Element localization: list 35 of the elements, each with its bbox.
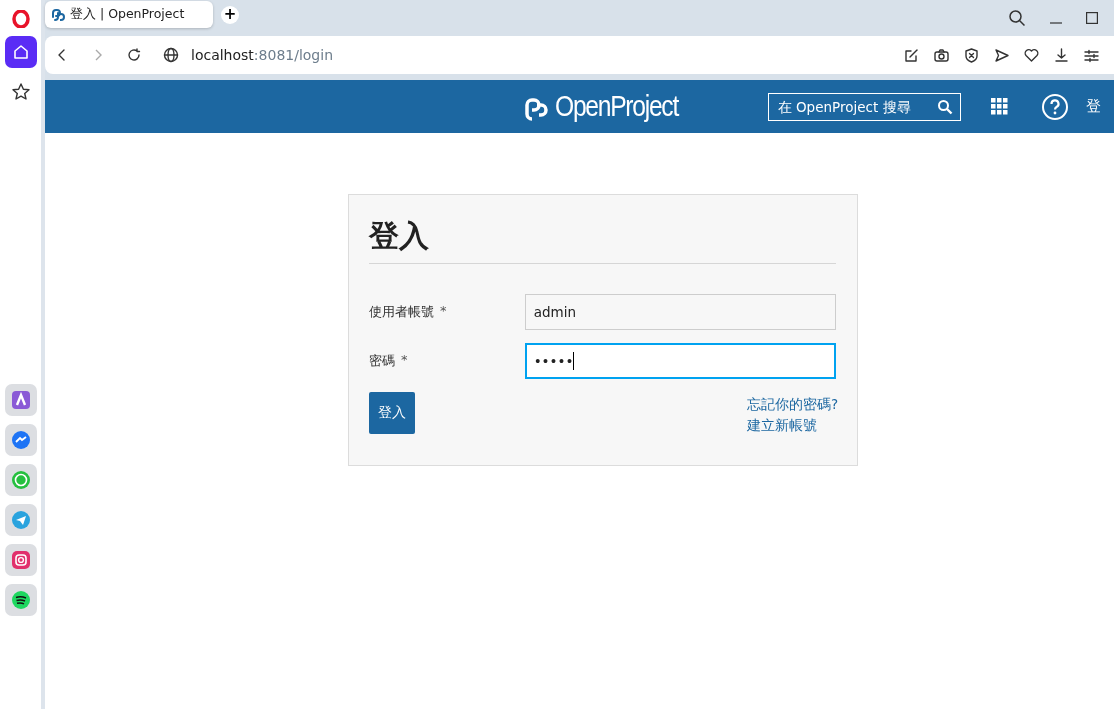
browser-tab[interactable]: 登入 | OpenProject (45, 1, 213, 28)
page-title: 登入 (369, 215, 836, 264)
opera-logo-icon[interactable] (11, 10, 30, 28)
spotify-app-icon[interactable] (4, 584, 37, 616)
shield-icon[interactable] (963, 46, 980, 64)
grid-icon[interactable] (990, 98, 1008, 115)
reload-icon[interactable] (127, 48, 141, 62)
new-tab-button[interactable]: + (221, 5, 239, 24)
login-button[interactable]: 登入 (369, 392, 415, 434)
home-icon[interactable] (4, 36, 37, 68)
field-label: 密碼 (369, 352, 395, 370)
camera-icon[interactable] (933, 46, 950, 64)
text-link[interactable]: 建立新帳號 (747, 415, 836, 436)
send-icon[interactable] (993, 46, 1010, 64)
address-field[interactable]: localhost:8081/login (191, 47, 333, 63)
maximize-icon[interactable] (1086, 12, 1098, 24)
search-icon[interactable] (936, 98, 953, 115)
search-field[interactable]: 在 OpenProject 搜尋 (767, 92, 961, 121)
messenger-app-icon[interactable] (4, 424, 37, 456)
sign-in-link[interactable]: 登 (1085, 97, 1101, 116)
text-link[interactable]: 忘記你的密碼? (747, 394, 836, 415)
openproject-logo-icon (50, 6, 66, 23)
globe-icon (163, 47, 179, 63)
heart-icon[interactable] (1023, 46, 1040, 64)
openproject-logo[interactable]: OpenProject (523, 90, 680, 123)
field-label: 使用者帳號 (369, 303, 434, 321)
download-icon[interactable] (1053, 46, 1070, 64)
telegram-app-icon[interactable] (4, 504, 37, 536)
required-mark: * (401, 352, 408, 369)
instagram-app-icon[interactable] (4, 544, 37, 576)
input-field[interactable]: admin (524, 294, 836, 330)
search-icon[interactable] (1008, 9, 1026, 27)
required-mark: * (440, 303, 447, 320)
input-field[interactable]: ••••• (524, 343, 836, 379)
help-icon[interactable] (1040, 92, 1069, 121)
